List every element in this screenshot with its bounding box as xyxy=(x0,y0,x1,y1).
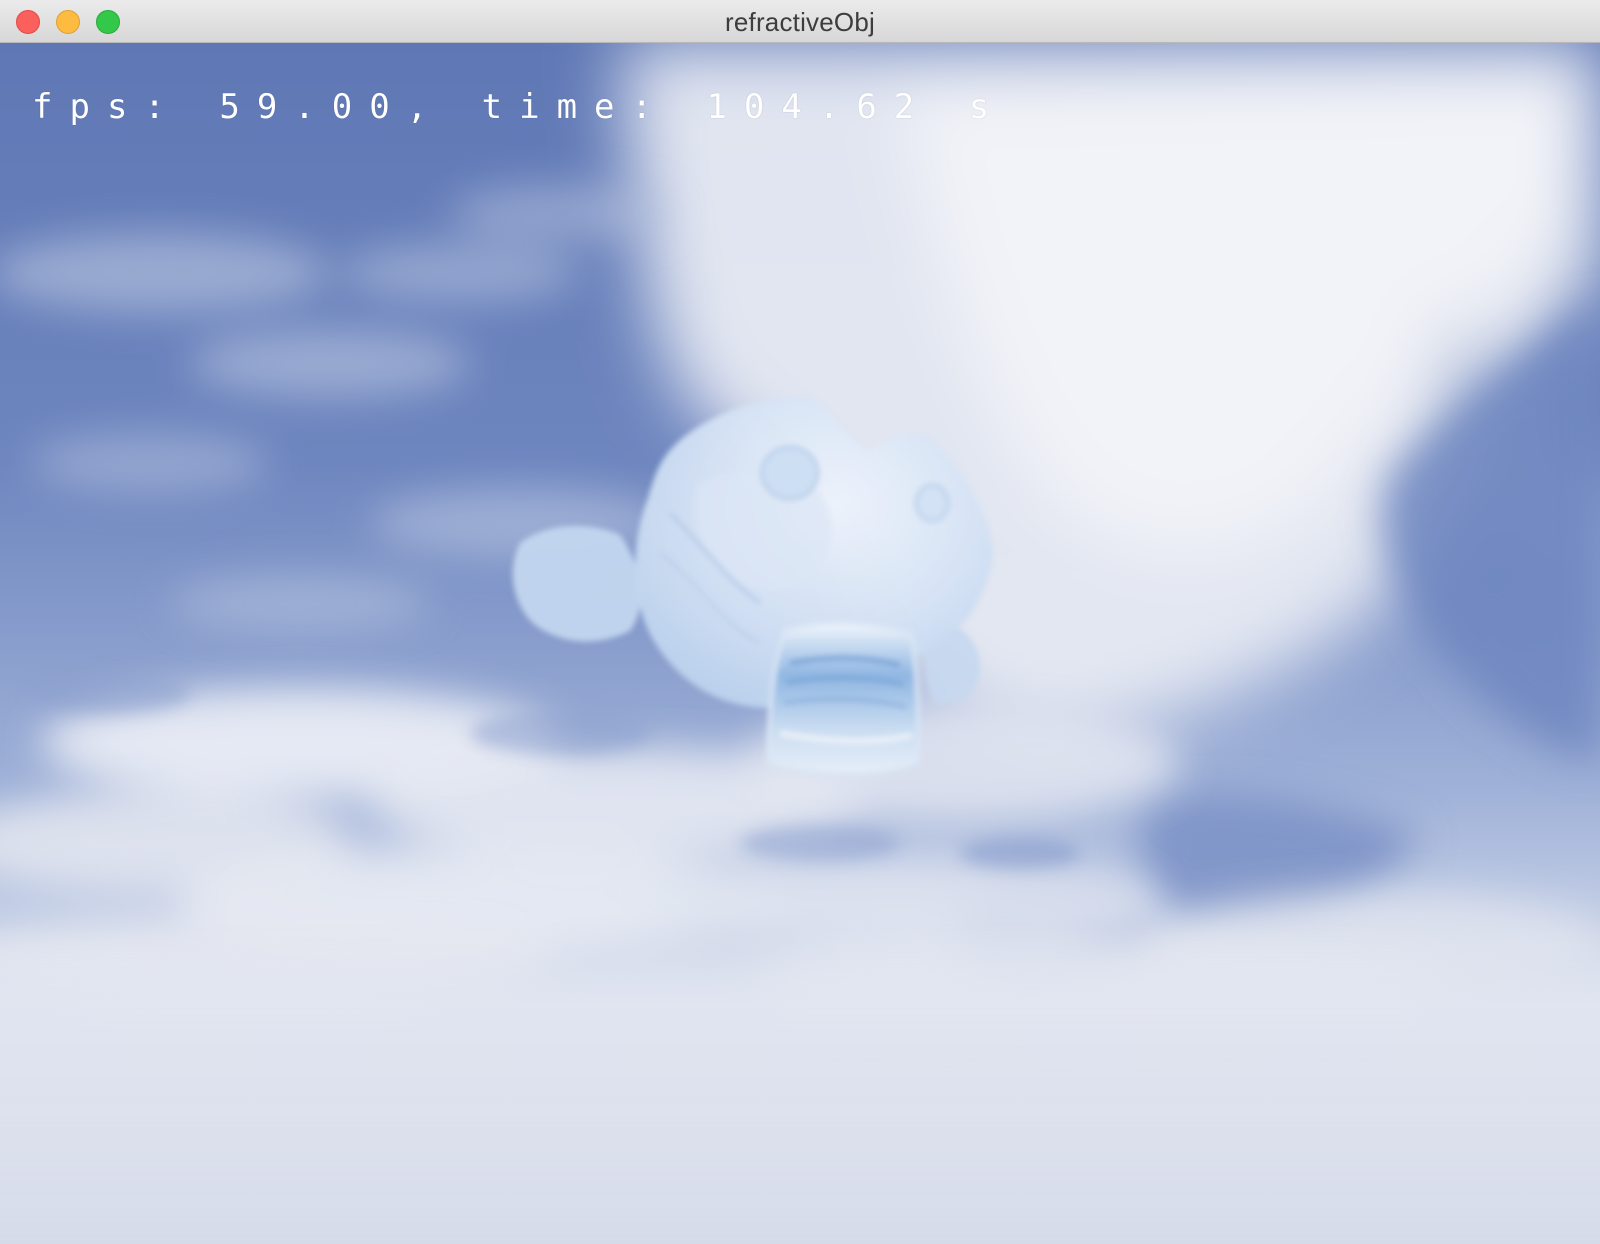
fps-overlay-text: fps: 59.00, time: 104.62 s xyxy=(32,87,1007,127)
skybox-scene xyxy=(0,43,1600,1244)
monkey-eye-right xyxy=(914,483,950,523)
app-window: refractiveObj fps: 59.00, time: 104.62 s xyxy=(0,0,1600,1244)
window-title: refractiveObj xyxy=(725,7,875,37)
monkey-eye-left xyxy=(760,445,820,501)
title-bar[interactable]: refractiveObj xyxy=(0,0,1600,43)
render-viewport[interactable]: fps: 59.00, time: 104.62 s xyxy=(0,43,1600,1244)
horizon-haze xyxy=(0,923,1600,1244)
